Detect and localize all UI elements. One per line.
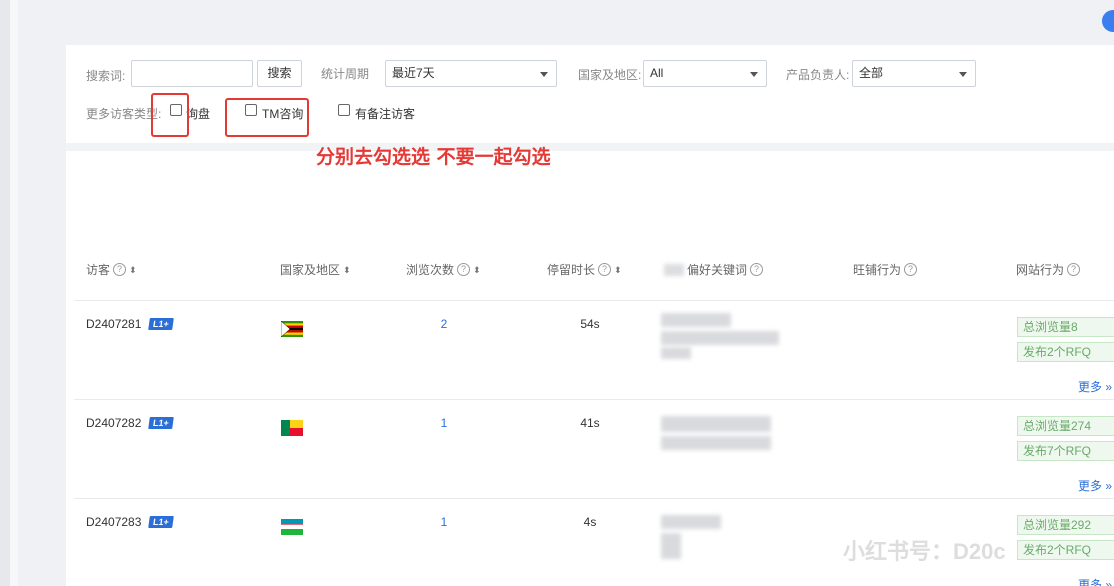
duration: 54s (580, 317, 600, 331)
table-row: D2407282 L1+ 1 41s 总浏览量274 发布7个RFQ 更多 » (74, 399, 1114, 498)
uzbekistan-flag-icon (281, 519, 303, 535)
more-link-text: 更多 (1078, 479, 1103, 493)
header-visits-label: 浏览次数 (406, 263, 455, 277)
header-keywords-label: 偏好关键词 (687, 263, 748, 277)
sort-icon[interactable]: ⬍ (473, 265, 481, 275)
period-value: 最近7天 (392, 66, 435, 80)
visit-count-link[interactable]: 2 (434, 317, 454, 331)
site-behavior-tags: 总浏览量274 发布7个RFQ (1017, 416, 1114, 466)
header-country[interactable]: 国家及地区 ⬍ (280, 261, 351, 278)
header-site-behavior: 网站行为 ? (1016, 261, 1081, 278)
zimbabwe-flag-icon (281, 321, 303, 337)
search-input[interactable] (131, 60, 253, 87)
more-link[interactable]: 更多 » (1078, 477, 1112, 494)
rfq-tag: 发布7个RFQ (1017, 441, 1114, 461)
site-behavior-tags: 总浏览量8 发布2个RFQ (1017, 317, 1114, 367)
blurred-keywords (661, 412, 781, 460)
header-duration-label: 停留时长 (547, 263, 596, 277)
country-label: 国家及地区: (578, 68, 642, 82)
header-duration[interactable]: 停留时长 ? ⬍ (547, 261, 622, 278)
benin-flag-icon (281, 420, 303, 436)
annotation-text: 分别去勾选选 不要一起勾选 (316, 146, 551, 168)
more-link-text: 更多 (1078, 578, 1103, 586)
level-badge: L1+ (148, 516, 174, 528)
watermark: 小红书号：D20c (843, 539, 1006, 564)
help-icon[interactable]: ? (750, 263, 764, 276)
rfq-tag: 发布2个RFQ (1017, 540, 1114, 560)
blurred-keywords (661, 313, 781, 361)
header-keywords: 偏好关键词 ? (664, 261, 764, 278)
chevron-down-icon (959, 72, 967, 77)
header-visitor[interactable]: 访客 ? ⬍ (86, 261, 137, 278)
visitor-id-text: D2407283 (86, 515, 142, 529)
chevron-down-icon: » (1105, 380, 1113, 394)
duration: 4s (583, 515, 597, 529)
noted-visitor-checkbox-label: 有备注访客 (355, 107, 416, 121)
rfq-tag: 发布2个RFQ (1017, 342, 1114, 362)
filter-bar: 搜索词: 搜索 统计周期 最近7天 国家及地区: All 产品负责人: 全部 更… (66, 45, 1114, 143)
help-icon[interactable]: ? (113, 263, 127, 276)
visit-count-link[interactable]: 1 (434, 515, 454, 529)
blurred-region (664, 263, 684, 276)
owner-label: 产品负责人: (786, 68, 850, 82)
search-label: 搜索词: (86, 69, 126, 83)
visit-count-link[interactable]: 1 (434, 416, 454, 430)
help-icon[interactable]: ? (598, 263, 612, 276)
owner-value: 全部 (859, 66, 884, 80)
total-views-tag: 总浏览量8 (1017, 317, 1114, 337)
visitor-id-text: D2407282 (86, 416, 142, 430)
section-divider (66, 143, 1114, 151)
corner-badge-icon[interactable] (1102, 10, 1114, 32)
owner-select[interactable]: 全部 (852, 60, 976, 87)
header-country-label: 国家及地区 (280, 263, 341, 277)
level-badge: L1+ (148, 318, 174, 330)
header-visits[interactable]: 浏览次数 ? ⬍ (406, 261, 481, 278)
main-card: 搜索词: 搜索 统计周期 最近7天 国家及地区: All 产品负责人: 全部 更… (66, 45, 1114, 586)
duration: 41s (580, 416, 600, 430)
header-visitor-label: 访客 (86, 263, 111, 277)
total-views-tag: 总浏览量292 (1017, 515, 1114, 535)
country-select[interactable]: All (643, 60, 767, 87)
help-icon[interactable]: ? (457, 263, 471, 276)
chevron-down-icon: » (1105, 578, 1113, 586)
annotation-box-inquiry (151, 93, 189, 137)
table-row: D2407281 L1+ 2 54s 总浏览量8 发布2个RFQ 更多 » (74, 300, 1114, 399)
visitor-id[interactable]: D2407281 L1+ (86, 317, 174, 331)
help-icon[interactable]: ? (904, 263, 918, 276)
annotation-box-tm (225, 98, 309, 137)
country-value: All (650, 66, 664, 80)
search-button[interactable]: 搜索 (257, 60, 302, 87)
visitor-id[interactable]: D2407283 L1+ (86, 515, 174, 529)
level-badge: L1+ (148, 417, 174, 429)
blurred-keywords (661, 511, 781, 559)
help-icon[interactable]: ? (1067, 263, 1081, 276)
period-label: 统计周期 (321, 67, 370, 81)
total-views-tag: 总浏览量274 (1017, 416, 1114, 436)
chevron-down-icon (750, 72, 758, 77)
header-shop-behavior: 旺铺行为 ? (853, 261, 918, 278)
sort-icon[interactable]: ⬍ (343, 265, 351, 275)
visitor-id[interactable]: D2407282 L1+ (86, 416, 174, 430)
header-shop-behavior-label: 旺铺行为 (853, 263, 902, 277)
more-link-text: 更多 (1078, 380, 1103, 394)
left-edge-inner (10, 0, 18, 586)
header-site-behavior-label: 网站行为 (1016, 263, 1065, 277)
chevron-down-icon (540, 72, 548, 77)
chevron-down-icon: » (1105, 479, 1113, 493)
inquiry-checkbox-label: 询盘 (186, 107, 211, 121)
visitor-id-text: D2407281 (86, 317, 142, 331)
left-edge (0, 0, 10, 586)
period-select[interactable]: 最近7天 (385, 60, 557, 87)
sort-icon[interactable]: ⬍ (129, 265, 137, 275)
site-behavior-tags: 总浏览量292 发布2个RFQ (1017, 515, 1114, 565)
more-link[interactable]: 更多 » (1078, 378, 1112, 395)
noted-visitor-checkbox[interactable] (338, 104, 350, 116)
more-link[interactable]: 更多 » (1078, 576, 1112, 586)
sort-icon[interactable]: ⬍ (614, 265, 622, 275)
